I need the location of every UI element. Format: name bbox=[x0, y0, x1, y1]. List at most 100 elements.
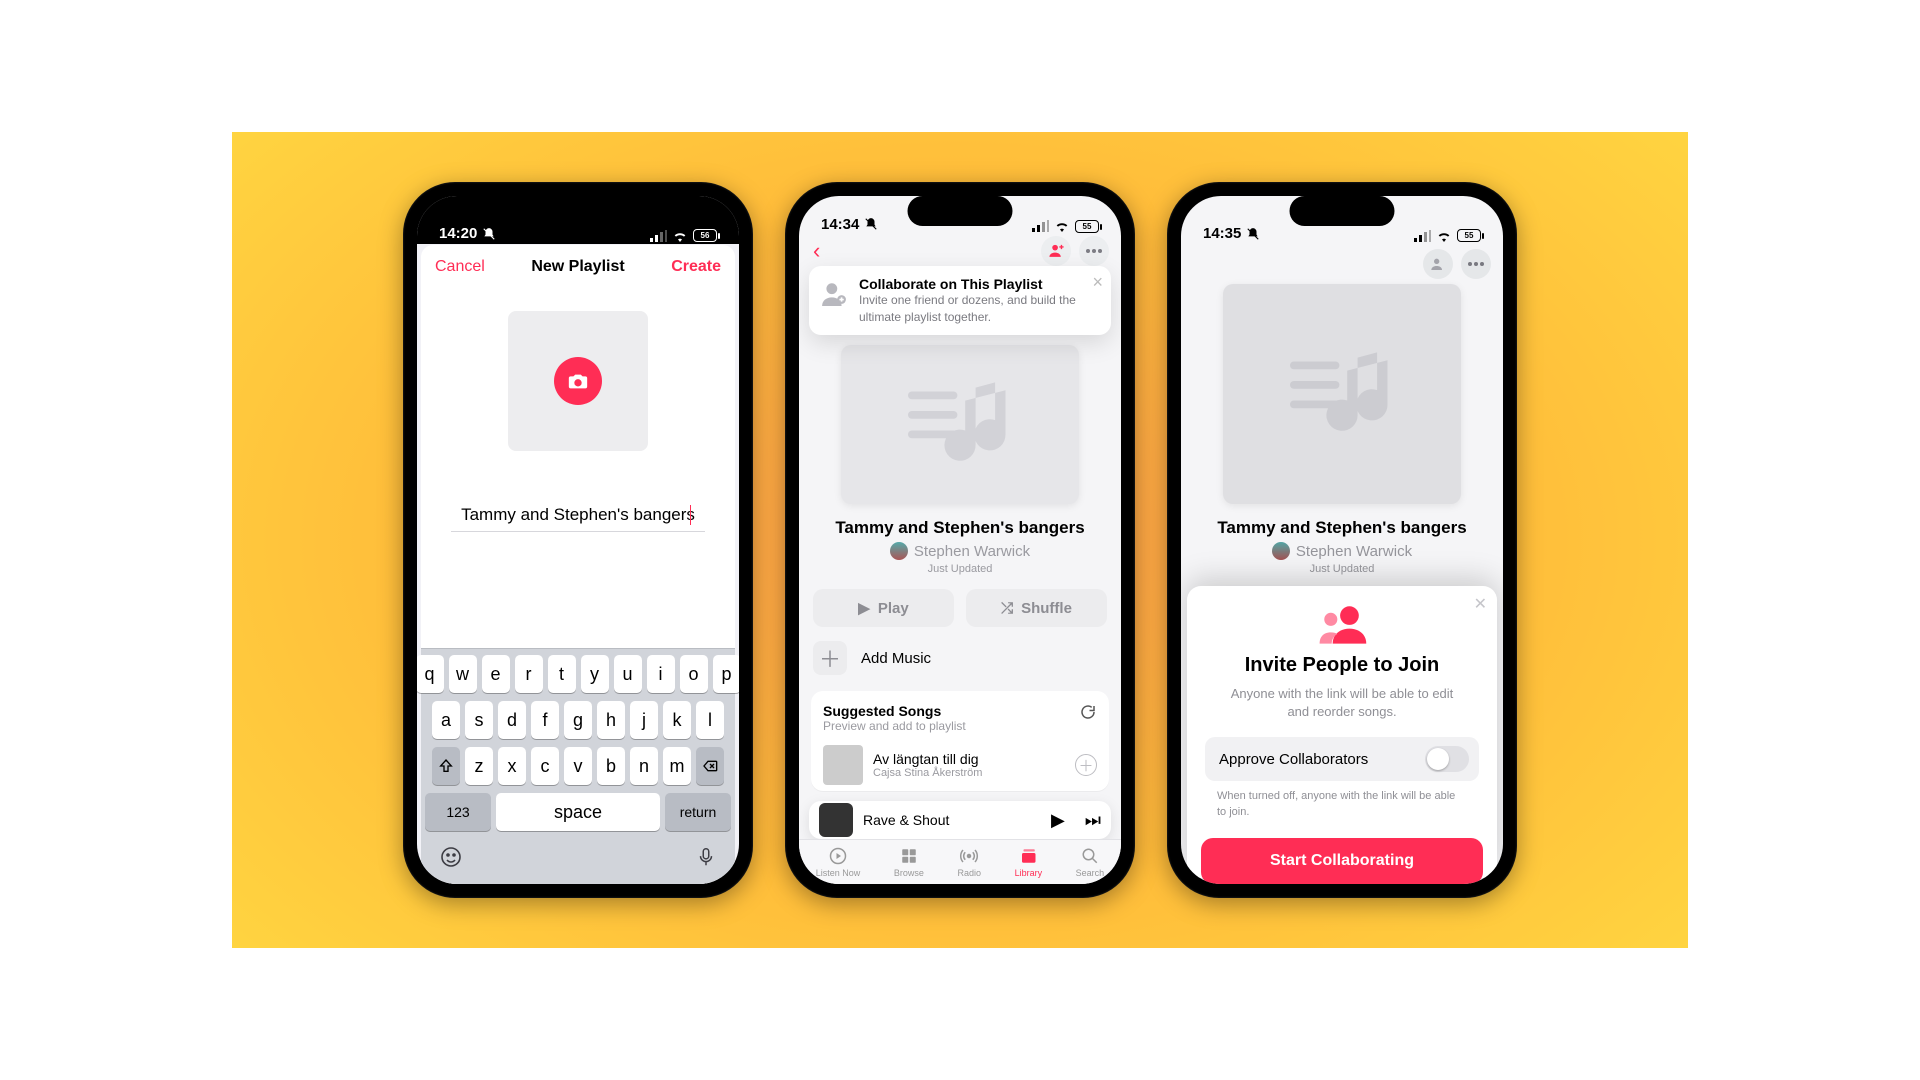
suggested-title: Suggested Songs bbox=[823, 703, 966, 719]
key-h[interactable]: h bbox=[597, 701, 625, 739]
invite-sheet: ✕ Invite People to Join Anyone with the … bbox=[1187, 586, 1497, 878]
tooltip-close-button[interactable]: × bbox=[1092, 272, 1103, 293]
key-r[interactable]: r bbox=[515, 655, 543, 693]
cancel-button[interactable]: Cancel bbox=[435, 258, 485, 276]
phone-playlist-view: 14:34 55 ‹ bbox=[785, 182, 1135, 898]
collaborate-tooltip: Collaborate on This Playlist Invite one … bbox=[809, 266, 1111, 334]
song-artwork bbox=[823, 745, 863, 785]
key-d[interactable]: d bbox=[498, 701, 526, 739]
emoji-icon bbox=[439, 845, 463, 869]
song-title: Av längtan till dig bbox=[873, 751, 982, 767]
return-key[interactable]: return bbox=[665, 793, 731, 831]
key-q[interactable]: q bbox=[417, 655, 444, 693]
play-button[interactable]: ▶Play bbox=[813, 589, 954, 627]
key-i[interactable]: i bbox=[647, 655, 675, 693]
key-t[interactable]: t bbox=[548, 655, 576, 693]
people-icon bbox=[1201, 604, 1483, 644]
tab-browse[interactable]: Browse bbox=[894, 847, 924, 878]
playlist-updated: Just Updated bbox=[799, 563, 1121, 575]
cellular-icon bbox=[1032, 220, 1049, 232]
forward-button[interactable]: ⏭ bbox=[1085, 810, 1101, 831]
emoji-button[interactable] bbox=[439, 845, 463, 874]
key-s[interactable]: s bbox=[465, 701, 493, 739]
numbers-key[interactable]: 123 bbox=[425, 793, 491, 831]
approve-label: Approve Collaborators bbox=[1219, 751, 1368, 768]
key-b[interactable]: b bbox=[597, 747, 625, 785]
shuffle-button[interactable]: ⤮Shuffle bbox=[966, 589, 1107, 627]
wifi-icon bbox=[672, 230, 688, 242]
close-button[interactable]: ✕ bbox=[1474, 594, 1487, 614]
key-u[interactable]: u bbox=[614, 655, 642, 693]
bell-off-icon bbox=[1246, 227, 1260, 241]
approve-collaborators-row[interactable]: Approve Collaborators bbox=[1205, 737, 1479, 781]
tab-radio[interactable]: Radio bbox=[957, 847, 981, 878]
key-c[interactable]: c bbox=[531, 747, 559, 785]
back-button[interactable]: ‹ bbox=[811, 238, 820, 264]
avatar-icon bbox=[890, 542, 908, 560]
play-circle-icon bbox=[827, 847, 849, 865]
backspace-icon bbox=[700, 758, 720, 774]
dictate-button[interactable] bbox=[695, 845, 717, 874]
key-p[interactable]: p bbox=[713, 655, 740, 693]
battery-icon: 55 bbox=[1075, 220, 1099, 233]
key-a[interactable]: a bbox=[432, 701, 460, 739]
play-button-small[interactable]: ▶ bbox=[1051, 810, 1065, 831]
play-icon: ▶ bbox=[858, 599, 870, 617]
key-g[interactable]: g bbox=[564, 701, 592, 739]
add-song-button[interactable]: ＋ bbox=[1075, 754, 1097, 776]
playlist-owner[interactable]: Stephen Warwick bbox=[799, 542, 1121, 560]
create-button[interactable]: Create bbox=[671, 258, 721, 276]
shuffle-icon: ⤮ bbox=[1001, 600, 1013, 617]
artwork-well[interactable] bbox=[508, 311, 648, 451]
now-playing-bar[interactable]: Rave & Shout ▶ ⏭ bbox=[809, 801, 1111, 839]
refresh-icon bbox=[1079, 703, 1097, 721]
playlist-owner[interactable]: Stephen Warwick bbox=[1181, 542, 1503, 560]
add-music-button[interactable]: ＋ bbox=[813, 641, 847, 675]
key-l[interactable]: l bbox=[696, 701, 724, 739]
phone-new-playlist: 14:20 56 Cancel New Playlist Create bbox=[403, 182, 753, 898]
camera-button[interactable] bbox=[554, 357, 602, 405]
key-y[interactable]: y bbox=[581, 655, 609, 693]
approve-toggle[interactable] bbox=[1425, 746, 1469, 772]
playlist-name-input[interactable]: Tammy and Stephen's bangers bbox=[451, 505, 705, 532]
ellipsis-icon bbox=[1468, 262, 1484, 266]
start-collaborating-button[interactable]: Start Collaborating bbox=[1201, 838, 1483, 884]
more-button[interactable] bbox=[1461, 249, 1491, 279]
collaborate-button[interactable] bbox=[1423, 249, 1453, 279]
tab-search[interactable]: Search bbox=[1076, 847, 1105, 878]
music-note-icon bbox=[895, 372, 1025, 476]
tab-listen-now[interactable]: Listen Now bbox=[816, 847, 861, 878]
keyboard[interactable]: q w e r t y u i o p a s d f g h bbox=[421, 648, 735, 884]
backspace-key[interactable] bbox=[696, 747, 724, 785]
key-w[interactable]: w bbox=[449, 655, 477, 693]
key-x[interactable]: x bbox=[498, 747, 526, 785]
key-e[interactable]: e bbox=[482, 655, 510, 693]
cellular-icon bbox=[650, 230, 667, 242]
more-button[interactable] bbox=[1079, 236, 1109, 266]
key-k[interactable]: k bbox=[663, 701, 691, 739]
approve-note: When turned off, anyone with the link wi… bbox=[1217, 789, 1467, 820]
status-time: 14:34 bbox=[821, 216, 859, 233]
space-key[interactable]: space bbox=[496, 793, 660, 831]
status-time: 14:35 bbox=[1203, 225, 1241, 242]
now-playing-artwork bbox=[819, 803, 853, 837]
tab-bar: Listen Now Browse Radio Library Search bbox=[799, 839, 1121, 884]
person-add-icon bbox=[1430, 256, 1446, 272]
tab-library[interactable]: Library bbox=[1015, 847, 1043, 878]
key-v[interactable]: v bbox=[564, 747, 592, 785]
song-artist: Cajsa Stina Åkerström bbox=[873, 767, 982, 779]
shift-key[interactable] bbox=[432, 747, 460, 785]
key-n[interactable]: n bbox=[630, 747, 658, 785]
now-playing-title: Rave & Shout bbox=[863, 812, 949, 828]
suggested-song-row[interactable]: Av längtan till dig Cajsa Stina Åkerströ… bbox=[823, 745, 1097, 785]
key-z[interactable]: z bbox=[465, 747, 493, 785]
playlist-artwork bbox=[841, 345, 1079, 504]
key-f[interactable]: f bbox=[531, 701, 559, 739]
collaborate-button[interactable] bbox=[1041, 236, 1071, 266]
status-bar: 14:35 55 bbox=[1181, 196, 1503, 244]
refresh-button[interactable] bbox=[1079, 703, 1097, 726]
battery-icon: 55 bbox=[1457, 229, 1481, 242]
key-m[interactable]: m bbox=[663, 747, 691, 785]
key-j[interactable]: j bbox=[630, 701, 658, 739]
key-o[interactable]: o bbox=[680, 655, 708, 693]
